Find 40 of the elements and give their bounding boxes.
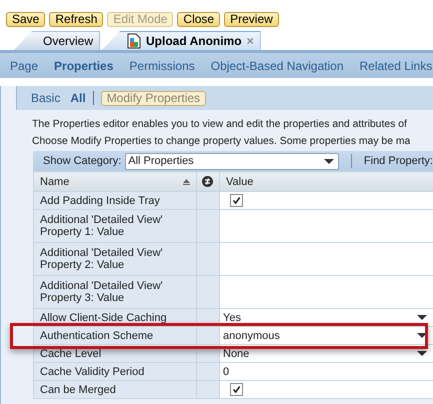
description-text: The Properties editor enables you to view and edit the properties and attributes of [32,118,408,132]
find-label: Find Property: [364,155,433,167]
checkbox[interactable] [230,194,243,207]
subnav-link[interactable]: All [70,91,86,105]
property-name: Additional 'Detailed View' Property 1: Value [34,210,196,242]
property-name: Can be Merged [34,380,196,398]
filter-icon[interactable] [202,176,213,187]
toolbar-button[interactable]: Refresh [49,12,104,27]
sort-icon[interactable] [183,178,190,184]
column-header[interactable]: Name [34,172,196,192]
subnav-link[interactable]: Basic [31,91,60,105]
page-icon [127,33,142,49]
tab[interactable]: Overview [14,31,100,50]
caret-icon [324,158,334,164]
value-field[interactable]: 0 [223,366,230,378]
property-name: Additional 'Detailed View' Property 2: Value [34,242,196,276]
nav-link[interactable]: Related Links [352,58,433,72]
nav-link[interactable]: Permissions [121,58,203,72]
column-header[interactable] [196,172,220,192]
toolbar-button[interactable]: Save [6,12,46,27]
property-name: Cache Validity Period [34,362,196,380]
category-label: Show Category: [43,155,122,167]
nav-link[interactable]: Object-Based Navigation [202,58,352,72]
property-name: Additional 'Detailed View' Property 3: Value [34,276,196,308]
caret-icon [417,351,427,356]
nav-link[interactable]: Properties [46,58,122,72]
tab-label: Overview [43,34,94,48]
tab[interactable]: Upload Anonimo × [102,31,261,50]
caret-icon [417,333,427,338]
checkbox[interactable] [230,383,243,396]
caret-icon [417,315,427,320]
property-name: Add Padding Inside Tray [34,192,196,210]
tab-label: Upload Anonimo [146,34,242,48]
toolbar-button[interactable]: Close [177,12,220,27]
category-dropdown[interactable]: All Properties [125,152,339,170]
column-header[interactable]: Value [220,172,433,192]
nav-link[interactable]: Page [10,58,46,72]
toolbar-button[interactable]: Preview [224,12,279,27]
property-name: Authentication Scheme [34,326,196,344]
description-text: Choose Modify Properties to change property values. Some properties may be ma [32,135,412,149]
